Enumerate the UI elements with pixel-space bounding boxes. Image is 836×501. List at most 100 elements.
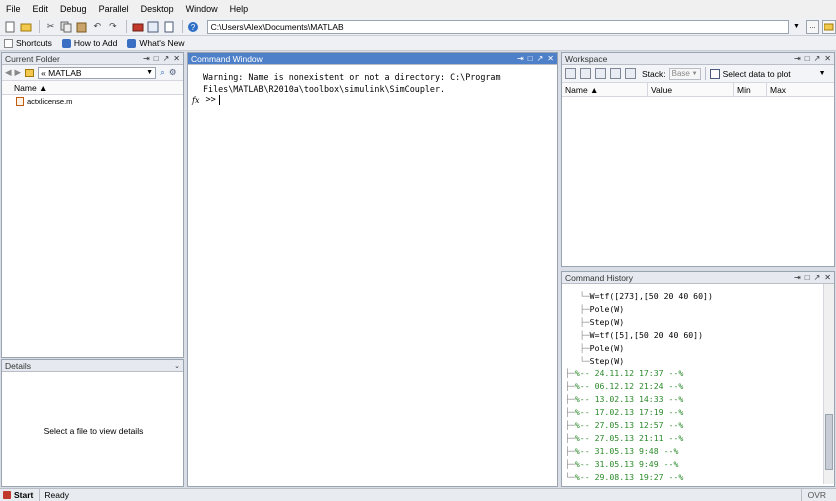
history-session[interactable]: ├─ %-- 17.02.13 17:19 --% [565,406,834,419]
print-icon[interactable] [625,68,636,79]
shortcut-icon [4,38,13,48]
history-command[interactable]: ├─ Step(W) [565,316,834,329]
cut-icon[interactable]: ✂ [44,20,57,33]
undo-icon[interactable]: ↶ [91,20,104,33]
start-button[interactable]: Start [0,488,41,501]
stack-label: Stack: [642,68,666,79]
up-folder-icon[interactable] [25,68,35,77]
undock-icon[interactable]: ↗ [163,54,170,63]
current-path-field[interactable]: C:\Users\Alex\Documents\MATLAB [206,19,789,34]
dock-menu-icon[interactable]: ⇥ [517,54,524,63]
history-session[interactable]: ├─ %-- 13.02.13 14:33 --% [565,393,834,406]
panel-title: Workspace [565,53,608,64]
history-command[interactable]: ├─ Pole(W) [565,342,834,355]
history-session[interactable]: └─ %-- 29.08.13 19:27 --% [565,471,834,484]
workspace-titlebar[interactable]: Workspace ⇥ □ ↗ ✕ [562,53,834,65]
menu-bar: File Edit Debug Parallel Desktop Window … [0,0,836,18]
column-header-name[interactable]: Name ▲ [2,81,183,95]
history-session[interactable]: ├─ %-- 31.05.13 9:48 --% [565,445,834,458]
details-titlebar[interactable]: Details ⌄ [2,360,183,372]
how-to-add-link[interactable]: How to Add [61,38,117,48]
history-scrollbar[interactable] [823,284,834,484]
stack-select[interactable]: Base ▼ [668,67,701,80]
history-command[interactable]: └─ W=tf([273],[50 20 40 60]) [565,290,834,303]
help-icon[interactable]: ? [187,20,200,33]
copy-icon[interactable] [60,20,73,33]
open-folder-icon[interactable] [20,20,33,33]
column-header-max[interactable]: Max [767,83,834,97]
details-message: Select a file to view details [43,426,144,436]
guide-icon[interactable] [147,20,160,33]
details-panel: Details ⌄ Select a file to view details [1,359,184,487]
history-session[interactable]: ├─ %-- 24.11.12 17:37 --% [565,367,834,380]
column-header-name[interactable]: Name ▲ [562,82,648,97]
menu-edit[interactable]: Edit [33,4,49,14]
close-icon[interactable]: ✕ [547,54,554,63]
close-icon[interactable]: ✕ [824,54,831,63]
gear-icon[interactable]: ⚙ [169,67,177,78]
current-folder-titlebar[interactable]: Current Folder ⇥ □ ↗ ✕ [2,53,183,65]
whats-new-link[interactable]: What's New [127,38,184,48]
history-command[interactable]: ├─ W=tf([5],[50 20 40 60]) [565,329,834,342]
save-icon[interactable] [610,68,621,79]
simulink-icon[interactable] [131,20,144,33]
maximize-icon[interactable]: □ [528,54,533,63]
current-folder-panel: Current Folder ⇥ □ ↗ ✕ ◀ ▶ « MATLAB ▼ ⌕ … [1,52,184,358]
close-icon[interactable]: ✕ [173,54,180,63]
column-header-value[interactable]: Value [648,82,734,97]
maximize-icon[interactable]: □ [805,273,810,282]
select-data-to-plot[interactable]: Select data to plot [723,69,791,79]
menu-debug[interactable]: Debug [60,4,87,14]
menu-file[interactable]: File [6,4,21,14]
history-session[interactable]: ├─ %-- 27.05.13 12:57 --% [565,419,834,432]
dock-menu-icon[interactable]: ⇥ [794,54,801,63]
up-folder-icon[interactable] [822,19,836,34]
new-file-icon[interactable] [4,20,17,33]
history-session[interactable]: ├─ %-- 27.05.13 21:11 --% [565,432,834,445]
panel-title: Current Folder [5,53,60,64]
main-toolbar: ✂ ↶ ↷ ? C:\Users\Alex\Documents\MATLAB ▼… [0,18,836,36]
command-history-titlebar[interactable]: Command History ⇥ □ ↗ ✕ [562,272,834,284]
history-command[interactable]: └─ Step(W) [565,355,834,368]
undock-icon[interactable]: ↗ [814,54,821,63]
history-command[interactable]: ├─ Pole(W) [565,303,834,316]
paste-icon[interactable] [75,20,88,33]
undock-icon[interactable]: ↗ [814,273,821,282]
menu-help[interactable]: Help [230,4,249,14]
undock-icon[interactable]: ↗ [537,54,544,63]
shortcuts-button[interactable]: Shortcuts [4,38,52,48]
maximize-icon[interactable]: □ [154,54,159,63]
info-icon [61,38,71,48]
dock-menu-icon[interactable]: ⇥ [143,54,150,63]
history-session[interactable]: ├─ %-- 31.05.13 9:49 --% [565,458,834,471]
column-header-min[interactable]: Min [734,82,767,97]
function-browser-icon[interactable]: fx [192,96,199,105]
dock-menu-icon[interactable]: ⇥ [794,273,801,282]
import-data-icon[interactable] [595,68,606,79]
menu-desktop[interactable]: Desktop [141,4,174,14]
profiler-icon[interactable] [162,20,175,33]
redo-icon[interactable]: ↷ [107,20,120,33]
back-arrow-icon[interactable]: ◀ [5,67,12,78]
workspace-columns: Name ▲ Value Min Max [562,82,834,97]
chevron-down-icon[interactable]: ⌄ [174,362,180,370]
history-session[interactable]: ├─ %-- 06.12.12 21:24 --% [565,380,834,393]
command-prompt[interactable]: fx >> [188,95,557,105]
command-window-panel[interactable]: Command Window ⇥ □ ↗ ✕ Warning: Name is … [187,52,558,487]
scrollbar-thumb[interactable] [825,414,833,470]
folder-combo[interactable]: « MATLAB ▼ [38,66,157,79]
open-variable-icon[interactable] [580,68,591,79]
forward-arrow-icon[interactable]: ▶ [15,67,22,78]
file-row[interactable]: actxlicense.m [2,95,183,107]
close-icon[interactable]: ✕ [824,273,831,282]
search-icon[interactable]: ⌕ [160,67,165,78]
browse-button[interactable]: ... [805,19,820,34]
chevron-down-icon[interactable]: ▼ [819,70,826,77]
chevron-down-icon[interactable]: ▼ [793,23,803,30]
menu-parallel[interactable]: Parallel [99,4,129,14]
maximize-icon[interactable]: □ [805,54,810,63]
menu-window[interactable]: Window [186,4,218,14]
command-window-titlebar[interactable]: Command Window ⇥ □ ↗ ✕ [188,53,557,65]
new-variable-icon[interactable] [565,68,576,79]
overwrite-indicator: OVR [800,489,832,501]
